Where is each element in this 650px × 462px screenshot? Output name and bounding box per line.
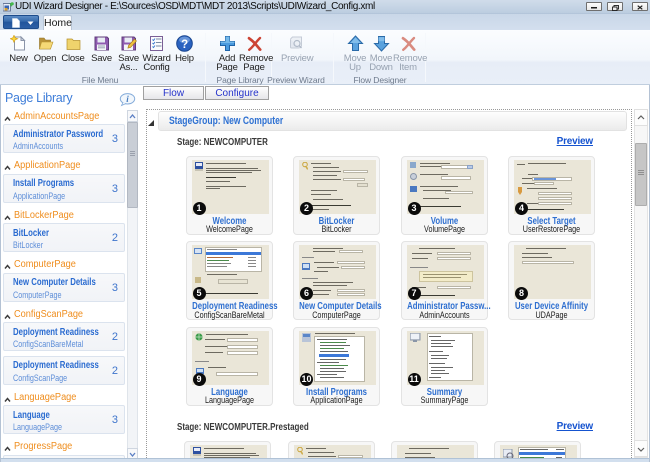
svg-text:?: ? [181,39,188,51]
